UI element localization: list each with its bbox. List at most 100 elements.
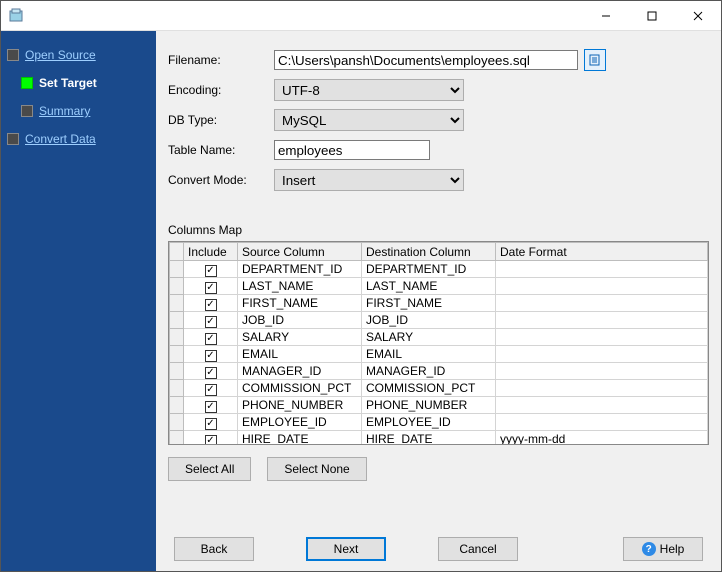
checkbox-icon[interactable]: ✓ — [205, 418, 217, 430]
select-none-button[interactable]: Select None — [267, 457, 366, 481]
dest-cell[interactable]: FIRST_NAME — [362, 295, 496, 312]
dateformat-cell[interactable] — [496, 278, 708, 295]
step-open-source[interactable]: Open Source — [7, 41, 150, 69]
dest-cell[interactable]: HIRE_DATE — [362, 431, 496, 446]
table-row[interactable]: ✓ JOB_IDJOB_ID — [170, 312, 708, 329]
row-header[interactable] — [170, 397, 184, 414]
source-cell[interactable]: JOB_ID — [238, 312, 362, 329]
source-cell[interactable]: EMAIL — [238, 346, 362, 363]
dateformat-cell[interactable] — [496, 380, 708, 397]
table-row[interactable]: ✓ FIRST_NAMEFIRST_NAME — [170, 295, 708, 312]
dateformat-cell[interactable] — [496, 414, 708, 431]
table-row[interactable]: ✓ MANAGER_IDMANAGER_ID — [170, 363, 708, 380]
row-header[interactable] — [170, 431, 184, 446]
dest-cell[interactable]: LAST_NAME — [362, 278, 496, 295]
filename-input[interactable] — [274, 50, 578, 70]
cancel-button[interactable]: Cancel — [438, 537, 518, 561]
include-cell[interactable]: ✓ — [184, 346, 238, 363]
step-convert-data[interactable]: Convert Data — [7, 125, 150, 153]
dest-cell[interactable]: PHONE_NUMBER — [362, 397, 496, 414]
dateformat-cell[interactable] — [496, 397, 708, 414]
table-row[interactable]: ✓ COMMISSION_PCTCOMMISSION_PCT — [170, 380, 708, 397]
col-header-include[interactable]: Include — [184, 243, 238, 261]
help-button[interactable]: ? Help — [623, 537, 703, 561]
source-cell[interactable]: COMMISSION_PCT — [238, 380, 362, 397]
columns-map-grid[interactable]: Include Source Column Destination Column… — [168, 241, 709, 445]
checkbox-icon[interactable]: ✓ — [205, 435, 217, 446]
next-button[interactable]: Next — [306, 537, 386, 561]
dest-cell[interactable]: MANAGER_ID — [362, 363, 496, 380]
checkbox-icon[interactable]: ✓ — [205, 265, 217, 277]
convertmode-select[interactable]: Insert — [274, 169, 464, 191]
checkbox-icon[interactable]: ✓ — [205, 299, 217, 311]
titlebar[interactable] — [1, 1, 721, 31]
source-cell[interactable]: SALARY — [238, 329, 362, 346]
table-row[interactable]: ✓HIRE_DATEHIRE_DATEyyyy-mm-dd — [170, 431, 708, 446]
dest-cell[interactable]: DEPARTMENT_ID — [362, 261, 496, 278]
step-summary[interactable]: Summary — [21, 97, 150, 125]
table-row[interactable]: ✓ EMPLOYEE_IDEMPLOYEE_ID — [170, 414, 708, 431]
step-set-target[interactable]: Set Target — [21, 69, 150, 97]
col-header-source[interactable]: Source Column — [238, 243, 362, 261]
back-button[interactable]: Back — [174, 537, 254, 561]
tablename-input[interactable] — [274, 140, 430, 160]
include-cell[interactable]: ✓ — [184, 312, 238, 329]
select-all-button[interactable]: Select All — [168, 457, 251, 481]
dest-cell[interactable]: EMPLOYEE_ID — [362, 414, 496, 431]
close-button[interactable] — [675, 1, 721, 31]
dest-cell[interactable]: SALARY — [362, 329, 496, 346]
source-cell[interactable]: DEPARTMENT_ID — [238, 261, 362, 278]
row-header[interactable] — [170, 414, 184, 431]
checkbox-icon[interactable]: ✓ — [205, 282, 217, 294]
include-cell[interactable]: ✓ — [184, 295, 238, 312]
include-cell[interactable]: ✓ — [184, 329, 238, 346]
include-cell[interactable]: ✓ — [184, 397, 238, 414]
row-header[interactable] — [170, 380, 184, 397]
checkbox-icon[interactable]: ✓ — [205, 384, 217, 396]
row-header[interactable] — [170, 312, 184, 329]
row-header[interactable] — [170, 295, 184, 312]
include-cell[interactable]: ✓ — [184, 414, 238, 431]
minimize-button[interactable] — [583, 1, 629, 31]
dateformat-cell[interactable] — [496, 295, 708, 312]
row-header[interactable] — [170, 261, 184, 278]
row-header[interactable] — [170, 363, 184, 380]
encoding-select[interactable]: UTF-8 — [274, 79, 464, 101]
dateformat-cell[interactable] — [496, 312, 708, 329]
checkbox-icon[interactable]: ✓ — [205, 367, 217, 379]
row-header[interactable] — [170, 346, 184, 363]
source-cell[interactable]: MANAGER_ID — [238, 363, 362, 380]
include-cell[interactable]: ✓ — [184, 380, 238, 397]
table-row[interactable]: ✓ DEPARTMENT_IDDEPARTMENT_ID — [170, 261, 708, 278]
dest-cell[interactable]: JOB_ID — [362, 312, 496, 329]
checkbox-icon[interactable]: ✓ — [205, 401, 217, 413]
row-header[interactable] — [170, 329, 184, 346]
include-cell[interactable]: ✓ — [184, 431, 238, 446]
dest-cell[interactable]: EMAIL — [362, 346, 496, 363]
checkbox-icon[interactable]: ✓ — [205, 316, 217, 328]
browse-button[interactable] — [584, 49, 606, 71]
table-row[interactable]: ✓ PHONE_NUMBERPHONE_NUMBER — [170, 397, 708, 414]
checkbox-icon[interactable]: ✓ — [205, 333, 217, 345]
source-cell[interactable]: EMPLOYEE_ID — [238, 414, 362, 431]
dateformat-cell[interactable] — [496, 346, 708, 363]
source-cell[interactable]: PHONE_NUMBER — [238, 397, 362, 414]
include-cell[interactable]: ✓ — [184, 363, 238, 380]
dateformat-cell[interactable] — [496, 261, 708, 278]
dateformat-cell[interactable] — [496, 363, 708, 380]
source-cell[interactable]: LAST_NAME — [238, 278, 362, 295]
row-header[interactable] — [170, 278, 184, 295]
col-header-dateformat[interactable]: Date Format — [496, 243, 708, 261]
source-cell[interactable]: HIRE_DATE — [238, 431, 362, 446]
maximize-button[interactable] — [629, 1, 675, 31]
table-row[interactable]: ✓ SALARYSALARY — [170, 329, 708, 346]
dest-cell[interactable]: COMMISSION_PCT — [362, 380, 496, 397]
col-header-dest[interactable]: Destination Column — [362, 243, 496, 261]
table-row[interactable]: ✓ LAST_NAMELAST_NAME — [170, 278, 708, 295]
include-cell[interactable]: ✓ — [184, 261, 238, 278]
dateformat-cell[interactable] — [496, 329, 708, 346]
source-cell[interactable]: FIRST_NAME — [238, 295, 362, 312]
dbtype-select[interactable]: MySQL — [274, 109, 464, 131]
checkbox-icon[interactable]: ✓ — [205, 350, 217, 362]
dateformat-cell[interactable]: yyyy-mm-dd — [496, 431, 708, 446]
